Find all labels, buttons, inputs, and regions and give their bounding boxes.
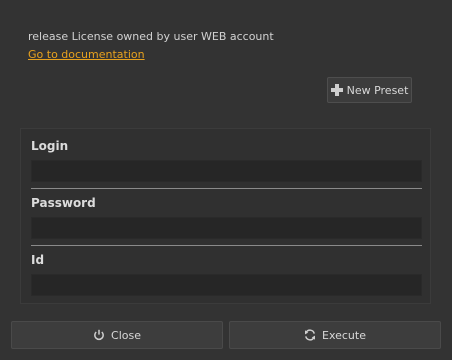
new-preset-label: New Preset — [346, 83, 409, 97]
plus-icon — [330, 84, 343, 96]
execute-button[interactable]: Execute — [229, 321, 441, 349]
field-divider — [31, 188, 422, 189]
login-label: Login — [31, 139, 69, 153]
documentation-link[interactable]: Go to documentation — [28, 48, 145, 61]
field-divider — [31, 245, 422, 246]
password-input[interactable] — [31, 217, 422, 239]
execute-label: Execute — [322, 328, 366, 342]
credentials-form: Login Password Id — [20, 128, 431, 304]
close-button[interactable]: Close — [11, 321, 223, 349]
login-input[interactable] — [31, 160, 422, 182]
id-input[interactable] — [31, 274, 422, 296]
power-icon — [94, 329, 104, 341]
close-label: Close — [111, 328, 141, 342]
new-preset-button[interactable]: New Preset — [327, 77, 412, 103]
description-text: release License owned by user WEB accoun… — [28, 30, 274, 43]
password-label: Password — [31, 196, 96, 210]
id-label: Id — [31, 253, 45, 267]
refresh-icon — [305, 329, 315, 341]
